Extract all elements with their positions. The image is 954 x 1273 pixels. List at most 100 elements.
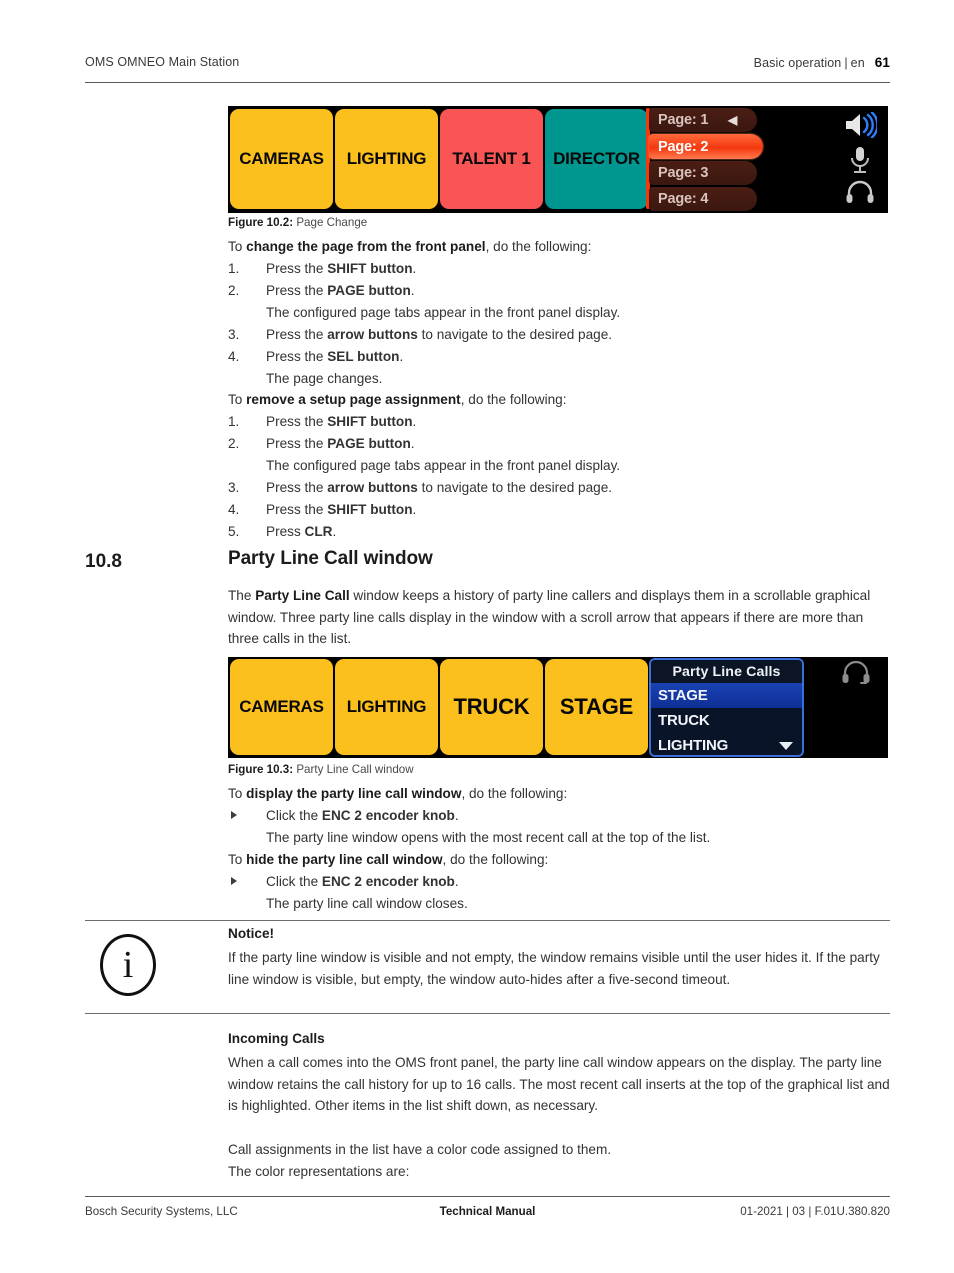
notice-body-text: If the party line window is visible and …: [228, 950, 880, 987]
notice-top-rule: [85, 920, 890, 921]
page-tab-4[interactable]: Page: 4: [649, 187, 757, 211]
procedure-display-window-intro: To display the party line call window, d…: [228, 783, 890, 805]
panel-key-label: DIRECTOR: [553, 149, 640, 168]
call-row-label: LIGHTING: [658, 737, 729, 754]
panel-key-truck[interactable]: TRUCK: [440, 659, 543, 755]
figure-caption-text: Page Change: [296, 216, 368, 229]
panel-key-director[interactable]: DIRECTOR: [545, 109, 648, 209]
step-emphasis: CLR: [304, 524, 333, 539]
step-suffix: .: [412, 414, 417, 429]
header-language: en: [850, 56, 865, 70]
panel-key-lighting[interactable]: LIGHTING: [335, 659, 438, 755]
header-separator: |: [844, 56, 848, 70]
list-item-text: Press the PAGE button.: [266, 280, 890, 302]
front-panel-key-row: CAMERAS LIGHTING TALENT 1 DIRECTOR: [230, 109, 648, 209]
page-tab-label: Page: 1: [658, 112, 709, 128]
page-tab-2[interactable]: Page: 2: [649, 134, 763, 159]
panel-key-label: CAMERAS: [239, 697, 324, 716]
list-item-text: Press the SHIFT button.: [266, 411, 890, 433]
list-item-text: Press the arrow buttons to navigate to t…: [266, 477, 890, 499]
panel-key-cameras[interactable]: CAMERAS: [230, 109, 333, 209]
scroll-left-arrow-icon[interactable]: ◀: [728, 114, 737, 126]
information-icon: i: [100, 934, 160, 999]
header-section-name: Basic operation: [753, 56, 842, 70]
microphone-icon: [840, 146, 880, 179]
panel-key-label: STAGE: [559, 694, 634, 719]
step-suffix: to navigate to the desired page.: [417, 327, 613, 342]
page-tab-list: Page: 1 ◀ Page: 2 Page: 3 Page: 4: [649, 108, 763, 211]
footer-rule: [85, 1196, 890, 1197]
figure-10-2-caption: Figure 10.2: Page Change: [228, 216, 367, 229]
panel-key-lighting[interactable]: LIGHTING: [335, 109, 438, 209]
step-result-text: The configured page tabs appear in the f…: [266, 305, 621, 320]
step-prefix: Click the: [266, 874, 322, 889]
step-prefix: Click the: [266, 808, 322, 823]
list-item-text: Press the SHIFT button.: [266, 258, 890, 280]
step-result-text: The party line window opens with the mos…: [266, 830, 711, 845]
page-tab-label: Page: 3: [658, 165, 709, 181]
intro-suffix: , do the following:: [485, 239, 592, 254]
step-prefix: Press the: [266, 283, 328, 298]
panel-key-label: LIGHTING: [346, 149, 427, 168]
figure-page-change: CAMERAS LIGHTING TALENT 1 DIRECTOR Page:…: [228, 106, 888, 213]
list-marker: 3.: [228, 480, 240, 495]
notice-heading: Notice!: [228, 926, 275, 941]
list-item-text: Press the SEL button.: [266, 346, 890, 368]
triangle-bullet-icon: [231, 877, 237, 885]
party-line-call-row-stage[interactable]: STAGE: [651, 683, 802, 708]
intro-suffix: , do the following:: [461, 786, 568, 801]
figure-party-line-call-window: CAMERAS LIGHTING TRUCK STAGE Party Line …: [228, 657, 888, 758]
step-suffix: .: [454, 808, 459, 823]
intro-emphasis: display the party line call window: [246, 786, 462, 801]
panel-key-talent-1[interactable]: TALENT 1: [440, 109, 543, 209]
step-suffix: .: [412, 502, 417, 517]
incoming-calls-heading: Incoming Calls: [228, 1031, 325, 1046]
panel-key-label: TALENT 1: [452, 149, 531, 168]
step-suffix: to navigate to the desired page.: [417, 480, 613, 495]
list-marker: 1.: [228, 261, 240, 276]
header-rule: [85, 82, 890, 83]
call-row-label: STAGE: [658, 687, 708, 704]
step-emphasis: arrow buttons: [327, 480, 418, 495]
list-item-text: Press the SHIFT button.: [266, 499, 890, 521]
scroll-down-arrow-icon[interactable]: [779, 741, 793, 750]
party-line-calls-title: Party Line Calls: [651, 660, 802, 683]
incoming-calls-paragraph: When a call comes into the OMS front pan…: [228, 1055, 890, 1114]
step-emphasis: arrow buttons: [327, 327, 418, 342]
party-line-calls-popup: Party Line Calls STAGE TRUCK LIGHTING: [649, 658, 804, 757]
figure-caption-text: Party Line Call window: [296, 763, 414, 776]
panel-key-stage[interactable]: STAGE: [545, 659, 648, 755]
header-section-info: Basic operation | en 61: [754, 55, 890, 70]
panel-key-label: CAMERAS: [239, 149, 324, 168]
page-tab-3[interactable]: Page: 3: [649, 161, 757, 185]
step-suffix: .: [454, 874, 459, 889]
intro-emphasis: change the page from the front panel: [246, 239, 486, 254]
headset-icon: [841, 660, 871, 692]
party-line-call-row-truck[interactable]: TRUCK: [651, 708, 802, 733]
step-emphasis: PAGE button: [327, 283, 411, 298]
list-marker: 4.: [228, 349, 240, 364]
intro-suffix: , do the following:: [442, 852, 549, 867]
page-title: Party Line Call window: [228, 548, 433, 569]
running-header: OMS OMNEO Main Station Basic operation | e…: [85, 55, 890, 77]
panel-key-cameras[interactable]: CAMERAS: [230, 659, 333, 755]
party-line-call-row-lighting[interactable]: LIGHTING: [651, 733, 802, 755]
information-icon-glyph: i: [122, 944, 134, 986]
status-icon-column: [840, 110, 880, 208]
step-prefix: Press the: [266, 480, 328, 495]
list-item-text: Press CLR.: [266, 521, 890, 543]
call-row-label: TRUCK: [658, 712, 710, 729]
panel-key-label: TRUCK: [453, 694, 530, 719]
step-emphasis: ENC 2 encoder knob: [321, 808, 455, 823]
step-prefix: Press the: [266, 261, 328, 276]
list-marker: 2.: [228, 436, 240, 451]
triangle-bullet-icon: [231, 811, 237, 819]
intro-prefix: To: [228, 852, 247, 867]
section-number: 10.8: [85, 551, 122, 572]
section-intro-paragraph: The Party Line Call window keeps a histo…: [228, 585, 890, 650]
page-tab-1[interactable]: Page: 1 ◀: [649, 108, 757, 132]
step-suffix: .: [412, 261, 417, 276]
intro-suffix: , do the following:: [460, 392, 567, 407]
step-emphasis: SHIFT button: [327, 414, 413, 429]
speaker-icon: [840, 111, 880, 143]
